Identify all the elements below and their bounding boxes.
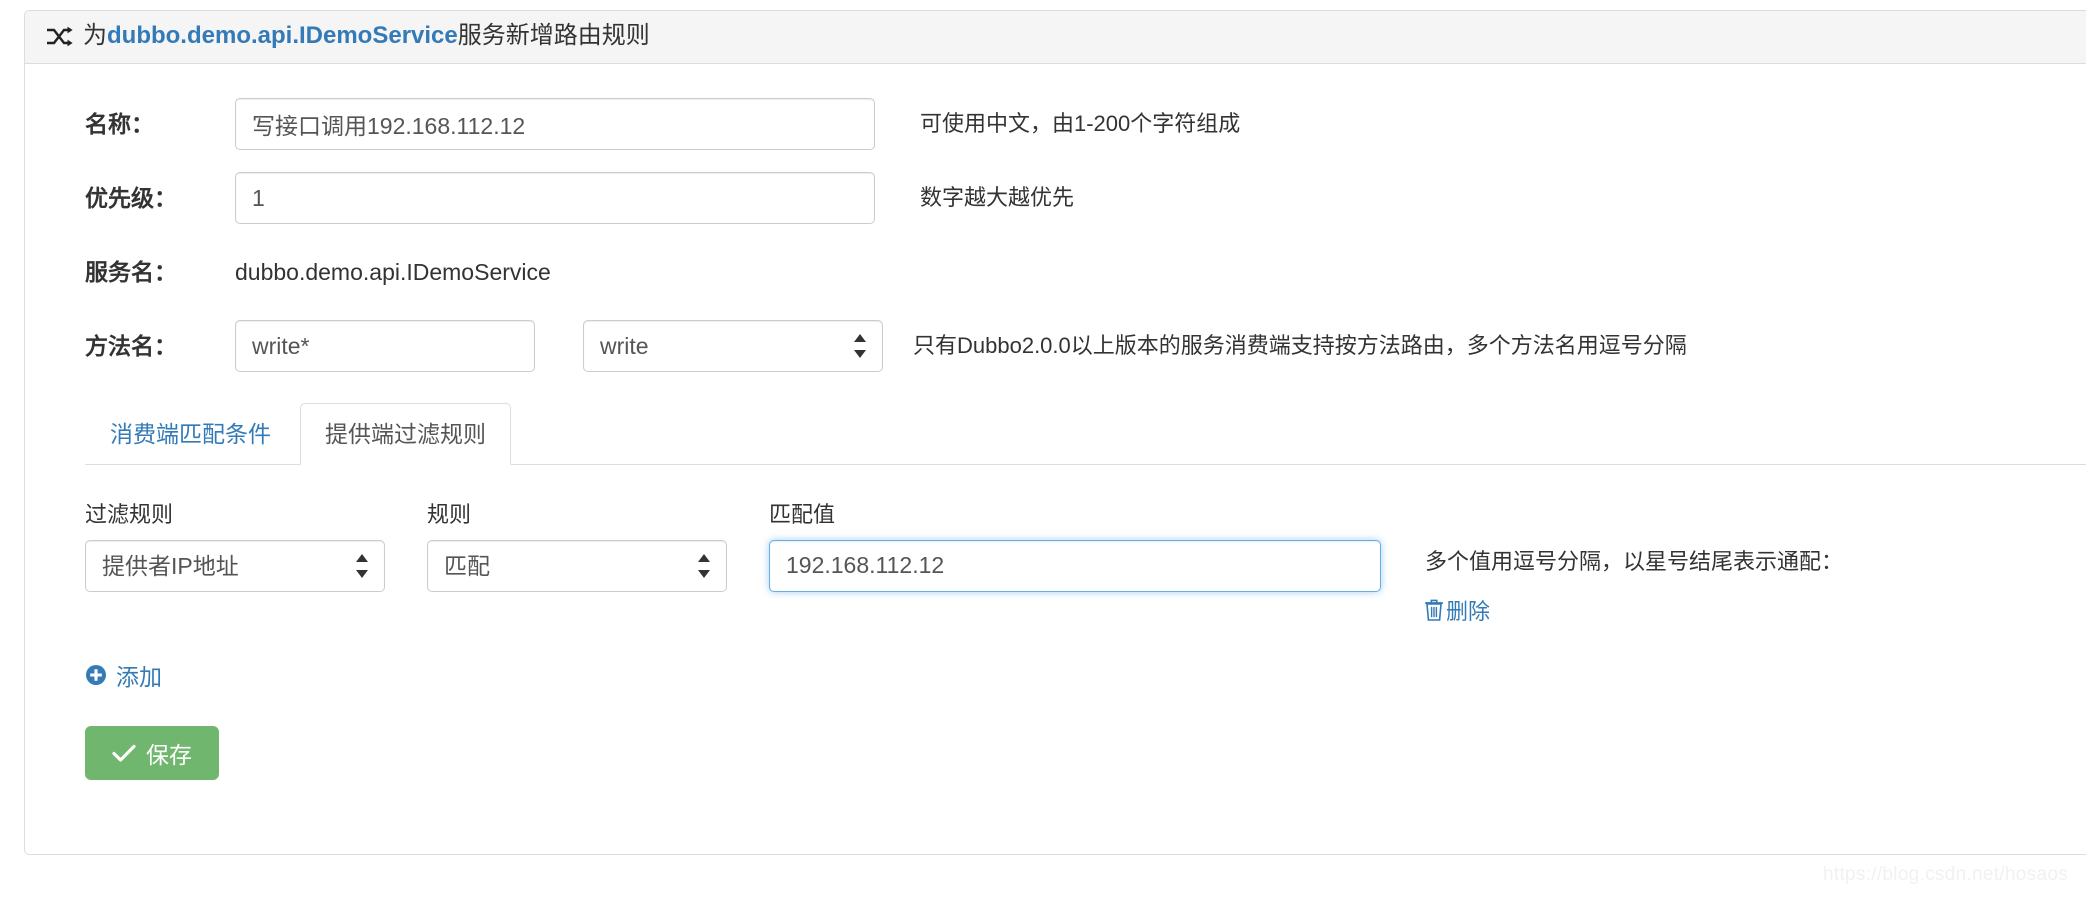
filter-operator-select[interactable]: 匹配	[427, 539, 727, 592]
tab-consumer-match[interactable]: 消费端匹配条件	[85, 403, 296, 465]
title-suffix: 服务新增路由规则	[457, 22, 650, 50]
service-label: 服务名：	[85, 259, 177, 285]
filter-match-value-input[interactable]	[769, 539, 1381, 592]
save-button-label: 保存	[146, 742, 192, 769]
filter-rule-row: 提供者IP地址 匹配 192.168.112.12 多个值用逗号分隔，以星号结尾…	[85, 539, 2086, 627]
method-help-text: 只有Dubbo2.0.0以上版本的服务消费端支持按方法路由，多个方法名用逗号分隔	[913, 333, 1687, 358]
form-row-priority: 优先级： 数字越大越优先	[25, 172, 2086, 224]
priority-help-text: 数字越大越优先	[920, 185, 1075, 210]
method-select-wrap: write	[583, 320, 883, 372]
name-help-text: 可使用中文，由1-200个字符组成	[920, 111, 1241, 136]
panel-heading: 为 dubbo.demo.api.IDemoService 服务新增路由规则	[25, 11, 2086, 64]
column-header-operator: 规则	[427, 502, 472, 527]
check-icon	[112, 743, 136, 763]
form-row-service: 服务名： dubbo.demo.api.IDemoService	[25, 246, 2086, 298]
service-name-value: dubbo.demo.api.IDemoService	[235, 259, 551, 285]
name-label: 名称：	[85, 111, 154, 137]
filter-rule-select[interactable]: 提供者IP地址	[85, 539, 385, 592]
shuffle-icon	[47, 26, 73, 48]
form-row-name: 名称： 可使用中文，由1-200个字符组成	[25, 98, 2086, 150]
method-name-input[interactable]	[235, 320, 535, 372]
priority-field-wrap	[235, 172, 875, 224]
watermark: https://blog.csdn.net/hosaos	[1823, 864, 2068, 885]
column-header-rule: 过滤规则	[85, 502, 174, 527]
priority-input[interactable]	[235, 172, 875, 224]
priority-label: 优先级：	[85, 185, 177, 211]
title-prefix: 为	[83, 22, 107, 50]
filter-operator-select-wrap: 匹配	[427, 539, 727, 592]
add-rule-link[interactable]: 添加	[85, 658, 162, 692]
save-button[interactable]: 保存	[85, 726, 219, 781]
column-header-value: 匹配值	[769, 502, 836, 527]
delete-rule-label: 删除	[1446, 599, 1491, 625]
method-field-wrap	[235, 320, 535, 372]
tab-provider-filter[interactable]: 提供端过滤规则	[300, 402, 511, 465]
filter-note-text: 多个值用逗号分隔，以星号结尾表示通配：	[1425, 548, 1844, 574]
page-title: 为 dubbo.demo.api.IDemoService 服务新增路由规则	[47, 22, 650, 50]
delete-rule-link[interactable]: 删除	[1425, 594, 1490, 626]
panel-body: 名称： 可使用中文，由1-200个字符组成 优先级： 数字越大越优先 服务名： …	[25, 64, 2086, 854]
filter-note-column: 多个值用逗号分隔，以星号结尾表示通配： 删除	[1425, 540, 1843, 627]
name-field-wrap	[235, 98, 875, 150]
provider-filter-section: 过滤规则 规则 匹配值 提供者IP地址 匹配 192.168.112.12 多个…	[25, 501, 2086, 626]
service-name-link[interactable]: dubbo.demo.api.IDemoService	[107, 22, 458, 49]
form-row-method: 方法名： write* write 只有Dubbo2.0.0以上版本的服务消费端…	[25, 320, 2086, 372]
trash-icon	[1425, 599, 1443, 621]
route-rule-panel: 为 dubbo.demo.api.IDemoService 服务新增路由规则 名…	[24, 10, 2086, 855]
filter-value-wrap	[769, 539, 1381, 592]
page-root: 为 dubbo.demo.api.IDemoService 服务新增路由规则 名…	[0, 0, 2086, 900]
actions-bar: 保存	[25, 692, 2086, 781]
filter-rule-select-wrap: 提供者IP地址	[85, 539, 385, 592]
plus-circle-icon	[85, 664, 107, 686]
name-input[interactable]	[235, 98, 875, 150]
service-value-wrap: dubbo.demo.api.IDemoService	[235, 246, 875, 298]
tab-bar: 消费端匹配条件 提供端过滤规则	[85, 402, 2086, 465]
filter-column-headers: 过滤规则 规则 匹配值	[85, 501, 2086, 530]
add-rule-label: 添加	[116, 664, 162, 691]
method-select[interactable]: write	[583, 320, 883, 372]
method-label: 方法名：	[85, 333, 177, 359]
